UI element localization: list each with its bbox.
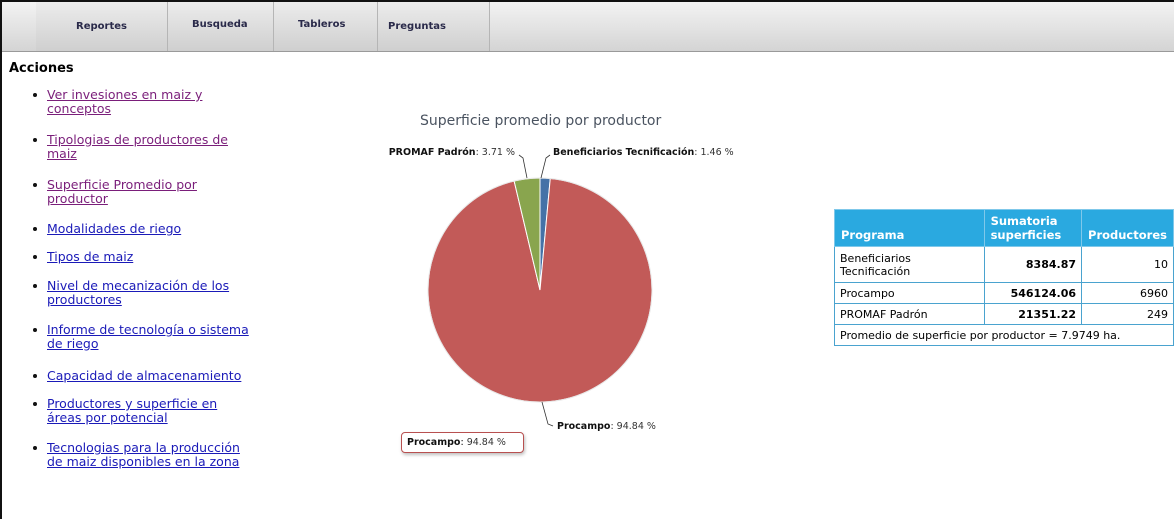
table-row: Procampo 546124.06 6960 bbox=[834, 282, 1174, 304]
cell-productores: 249 bbox=[1081, 303, 1174, 325]
slice-data-label: Procampo: 94.84 % bbox=[557, 421, 656, 432]
table-footer: Promedio de superficie por productor = 7… bbox=[834, 324, 1174, 346]
summary-table: Programa Sumatoria superficies Productor… bbox=[834, 209, 1174, 346]
cell-programa: PROMAF Padrón bbox=[834, 303, 985, 325]
slice-data-label: Beneficiarios Tecnificación: 1.46 % bbox=[553, 147, 734, 158]
cell-productores: 10 bbox=[1081, 246, 1174, 283]
header-programa: Programa bbox=[834, 209, 985, 247]
cell-productores: 6960 bbox=[1081, 282, 1174, 304]
tooltip-value: 94.84 % bbox=[466, 437, 506, 448]
header-sumatoria: Sumatoria superficies bbox=[983, 209, 1083, 247]
table-footer-row: Promedio de superficie por productor = 7… bbox=[834, 324, 1174, 346]
chart-tooltip: Procampo: 94.84 % bbox=[401, 432, 524, 453]
cell-superficie: 546124.06 bbox=[983, 282, 1083, 304]
tooltip-series-name: Procampo bbox=[407, 437, 461, 448]
header-productores: Productores bbox=[1081, 209, 1174, 247]
cell-superficie: 21351.22 bbox=[983, 303, 1083, 325]
table-header-row: Programa Sumatoria superficies Productor… bbox=[834, 209, 1174, 247]
slice-connector-line bbox=[541, 401, 554, 427]
slice-connector-line bbox=[540, 154, 551, 179]
table-row: PROMAF Padrón 21351.22 249 bbox=[834, 303, 1174, 325]
cell-programa: Procampo bbox=[834, 282, 985, 304]
summary-table-container: Programa Sumatoria superficies Productor… bbox=[834, 209, 1174, 389]
cell-superficie: 8384.87 bbox=[983, 246, 1083, 283]
cell-programa: Beneficiarios Tecnificación bbox=[834, 246, 985, 283]
slice-data-label: PROMAF Padrón: 3.71 % bbox=[389, 147, 515, 158]
table-row: Beneficiarios Tecnificación 8384.87 10 bbox=[834, 246, 1174, 283]
slice-connector-line bbox=[518, 154, 528, 179]
